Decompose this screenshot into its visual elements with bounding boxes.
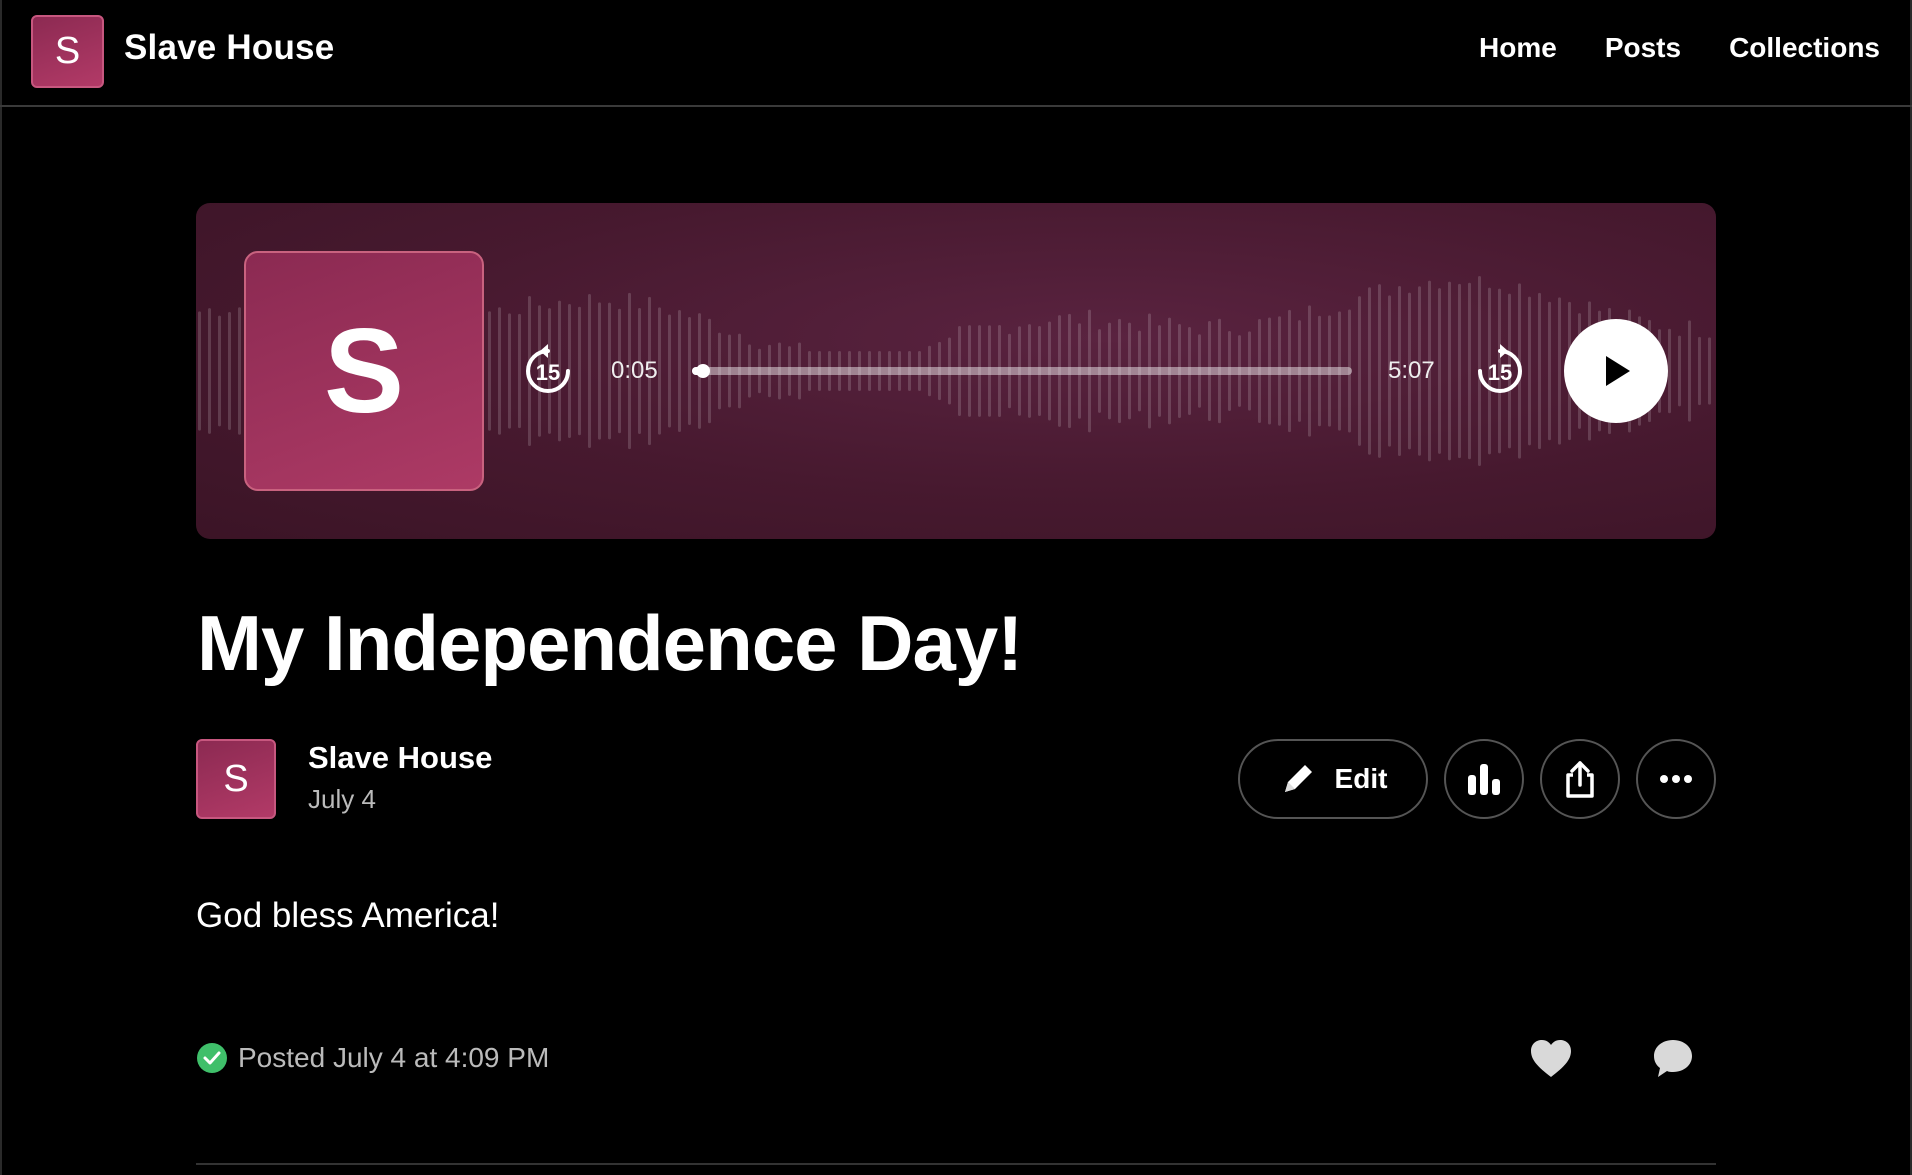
waveform-bar (488, 311, 491, 431)
waveform-bar (1378, 284, 1381, 458)
skip-back-15-icon[interactable]: 15 (520, 343, 576, 399)
waveform-bar (238, 307, 241, 435)
waveform-bar (678, 309, 681, 433)
nav-posts[interactable]: Posts (1605, 32, 1681, 64)
audio-cover-art: S (244, 251, 484, 491)
posted-status-text: Posted July 4 at 4:09 PM (238, 1042, 550, 1073)
like-button[interactable] (1528, 1036, 1574, 1082)
waveform-bar (1668, 328, 1671, 414)
waveform-bar (198, 311, 201, 431)
page-frame (0, 0, 1912, 1175)
waveform-bar (1678, 335, 1681, 407)
waveform-bar (1368, 287, 1371, 455)
progress-track[interactable] (692, 364, 1352, 378)
svg-text:15: 15 (1488, 360, 1512, 385)
comment-button[interactable] (1650, 1036, 1696, 1082)
waveform-bar (1458, 283, 1461, 459)
waveform-bar (1548, 301, 1551, 441)
waveform-bar (1708, 337, 1711, 405)
waveform-bar (1358, 296, 1361, 446)
author-avatar[interactable]: S (196, 739, 276, 819)
play-icon (1606, 356, 1630, 386)
check-circle-icon (197, 1043, 227, 1073)
post-actions: Edit (1238, 739, 1716, 819)
waveform-bar (658, 307, 661, 435)
post-date: July 4 (308, 784, 376, 814)
posted-status: Posted July 4 at 4:09 PM (196, 1042, 549, 1074)
waveform-bar (1468, 282, 1471, 460)
waveform-bar (1438, 288, 1441, 454)
stats-button[interactable] (1444, 739, 1524, 819)
edit-button[interactable]: Edit (1238, 739, 1428, 819)
divider (196, 1163, 1716, 1165)
play-button[interactable] (1564, 319, 1668, 423)
total-time: 5:07 (1388, 357, 1435, 384)
waveform-bar (688, 317, 691, 425)
post-title: My Independence Day! (197, 599, 1023, 687)
heart-icon (1531, 1040, 1571, 1077)
comment-icon (1654, 1040, 1692, 1077)
waveform-bar (1698, 336, 1701, 406)
waveform-bar (1538, 292, 1541, 450)
svg-text:15: 15 (536, 360, 560, 385)
waveform-bar (1528, 296, 1531, 446)
post-body: God bless America! (196, 896, 500, 935)
waveform-bar (218, 315, 221, 427)
waveform-bar (598, 302, 601, 440)
more-button[interactable] (1636, 739, 1716, 819)
site-title[interactable]: Slave House (124, 28, 334, 68)
waveform-bar (228, 311, 231, 431)
nav-home[interactable]: Home (1479, 32, 1557, 64)
progress-knob[interactable] (695, 364, 710, 378)
share-icon (1566, 761, 1594, 798)
waveform-bar (498, 307, 501, 435)
waveform-bar (588, 294, 591, 448)
nav-collections[interactable]: Collections (1729, 32, 1880, 64)
author-name[interactable]: Slave House (308, 740, 492, 776)
main-nav: Home Posts Collections (1479, 32, 1880, 64)
waveform-bar (1688, 320, 1691, 422)
skip-forward-15-icon[interactable]: 15 (1472, 343, 1528, 399)
waveform-bar (208, 308, 211, 434)
waveform-bar (508, 313, 511, 429)
pencil-icon (1284, 765, 1312, 792)
waveform-bar (668, 314, 671, 428)
more-icon (1660, 775, 1692, 783)
waveform-bar (1448, 281, 1451, 461)
site-logo[interactable]: S (31, 15, 104, 88)
waveform-bar (1558, 297, 1561, 445)
top-navigation-bar: S Slave House Home Posts Collections (0, 0, 1912, 107)
stats-icon (1468, 764, 1500, 795)
audio-player: S 15 0:05 5:07 15 (196, 203, 1716, 539)
reactions (1528, 1036, 1696, 1082)
share-button[interactable] (1540, 739, 1620, 819)
edit-label: Edit (1334, 763, 1388, 794)
waveform-bar (578, 306, 581, 436)
current-time: 0:05 (611, 357, 658, 384)
